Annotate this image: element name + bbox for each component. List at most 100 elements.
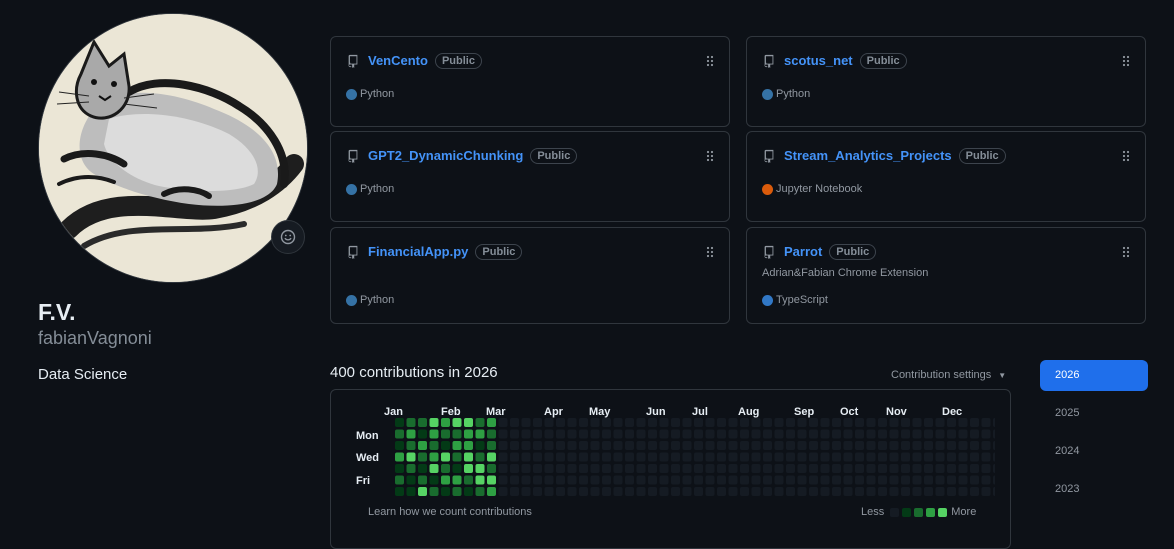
contribution-cell[interactable] — [728, 452, 738, 462]
contribution-cell[interactable] — [602, 429, 611, 439]
contribution-cell[interactable] — [682, 452, 692, 462]
contribution-cell[interactable] — [625, 418, 634, 427]
contribution-cell[interactable] — [855, 441, 864, 450]
contribution-cell[interactable] — [648, 418, 657, 427]
contribution-cell[interactable] — [958, 441, 968, 450]
contribution-cell[interactable] — [510, 429, 519, 439]
year-2025-link[interactable]: 2025 — [1040, 398, 1148, 429]
contribution-cell[interactable] — [452, 475, 462, 485]
repo-link[interactable]: Stream_Analytics_Projects — [784, 148, 952, 163]
contribution-cell[interactable] — [751, 464, 761, 473]
contribution-cell[interactable] — [889, 418, 899, 427]
contribution-cell[interactable] — [579, 441, 588, 450]
drag-handle-icon[interactable] — [1122, 246, 1130, 258]
contribution-cell[interactable] — [912, 475, 922, 485]
contribution-cell[interactable] — [843, 464, 853, 473]
contribution-cell[interactable] — [498, 429, 508, 439]
contribution-cell[interactable] — [659, 418, 669, 427]
contribution-cell[interactable] — [809, 464, 818, 473]
contribution-cell[interactable] — [763, 452, 772, 462]
contribution-cell[interactable] — [705, 418, 715, 427]
contribution-cell[interactable] — [866, 418, 876, 427]
contribution-cell[interactable] — [958, 487, 968, 496]
contribution-cell[interactable] — [866, 441, 876, 450]
drag-handle-icon[interactable] — [706, 150, 714, 162]
contribution-cell[interactable] — [820, 475, 830, 485]
contribution-cell[interactable] — [751, 487, 761, 496]
contribution-cell[interactable] — [544, 487, 554, 496]
contribution-cell[interactable] — [717, 464, 726, 473]
contribution-cell[interactable] — [705, 475, 715, 485]
contribution-cell[interactable] — [717, 452, 726, 462]
contribution-cell[interactable] — [475, 418, 485, 427]
contribution-cell[interactable] — [935, 464, 945, 473]
contribution-cell[interactable] — [855, 475, 864, 485]
contribution-cell[interactable] — [464, 452, 473, 462]
contribution-cell[interactable] — [786, 441, 795, 450]
contribution-cell[interactable] — [464, 418, 473, 427]
contribution-cell[interactable] — [567, 429, 577, 439]
contribution-cell[interactable] — [786, 464, 795, 473]
contribution-cell[interactable] — [475, 475, 485, 485]
contribution-cell[interactable] — [625, 464, 634, 473]
contribution-cell[interactable] — [993, 487, 995, 496]
contribution-cell[interactable] — [498, 418, 508, 427]
contribution-cell[interactable] — [694, 441, 703, 450]
contribution-cell[interactable] — [878, 464, 887, 473]
contribution-cell[interactable] — [786, 452, 795, 462]
contribution-cell[interactable] — [464, 464, 473, 473]
contribution-cell[interactable] — [901, 452, 910, 462]
contribution-cell[interactable] — [498, 464, 508, 473]
contribution-cell[interactable] — [659, 429, 669, 439]
contribution-cell[interactable] — [544, 452, 554, 462]
contribution-cell[interactable] — [544, 429, 554, 439]
contribution-cell[interactable] — [556, 475, 565, 485]
contribution-cell[interactable] — [406, 464, 416, 473]
contribution-cell[interactable] — [694, 475, 703, 485]
contribution-cell[interactable] — [901, 429, 910, 439]
contribution-cell[interactable] — [429, 487, 439, 496]
contribution-cell[interactable] — [694, 452, 703, 462]
contribution-cell[interactable] — [993, 429, 995, 439]
contribution-cell[interactable] — [441, 429, 450, 439]
contribution-cell[interactable] — [395, 452, 404, 462]
contribution-cell[interactable] — [763, 464, 772, 473]
contribution-cell[interactable] — [498, 487, 508, 496]
contribution-cell[interactable] — [786, 429, 795, 439]
contribution-cell[interactable] — [774, 475, 784, 485]
contribution-cell[interactable] — [418, 464, 427, 473]
contribution-cell[interactable] — [590, 429, 600, 439]
contribution-cell[interactable] — [613, 464, 623, 473]
contribution-cell[interactable] — [970, 487, 979, 496]
drag-handle-icon[interactable] — [706, 55, 714, 67]
contribution-cell[interactable] — [406, 475, 416, 485]
contribution-cell[interactable] — [567, 487, 577, 496]
contribution-cell[interactable] — [947, 418, 956, 427]
contribution-cell[interactable] — [947, 452, 956, 462]
contribution-cell[interactable] — [763, 418, 772, 427]
contribution-cell[interactable] — [981, 475, 991, 485]
contribution-cell[interactable] — [705, 441, 715, 450]
contribution-cell[interactable] — [970, 429, 979, 439]
contribution-cell[interactable] — [947, 464, 956, 473]
contribution-cell[interactable] — [981, 464, 991, 473]
contribution-cell[interactable] — [441, 418, 450, 427]
contribution-cell[interactable] — [751, 429, 761, 439]
contribution-cell[interactable] — [947, 487, 956, 496]
contribution-cell[interactable] — [751, 452, 761, 462]
contribution-cell[interactable] — [740, 441, 749, 450]
contribution-cell[interactable] — [510, 464, 519, 473]
contribution-cell[interactable] — [970, 475, 979, 485]
contribution-cell[interactable] — [912, 452, 922, 462]
contribution-cell[interactable] — [763, 475, 772, 485]
contribution-cell[interactable] — [682, 475, 692, 485]
contribution-cell[interactable] — [567, 441, 577, 450]
contribution-cell[interactable] — [636, 441, 646, 450]
contribution-cell[interactable] — [843, 475, 853, 485]
contribution-cell[interactable] — [636, 418, 646, 427]
contribution-cell[interactable] — [521, 464, 531, 473]
contribution-cell[interactable] — [866, 487, 876, 496]
contribution-cell[interactable] — [728, 418, 738, 427]
contribution-cell[interactable] — [924, 487, 933, 496]
contribution-cell[interactable] — [579, 452, 588, 462]
